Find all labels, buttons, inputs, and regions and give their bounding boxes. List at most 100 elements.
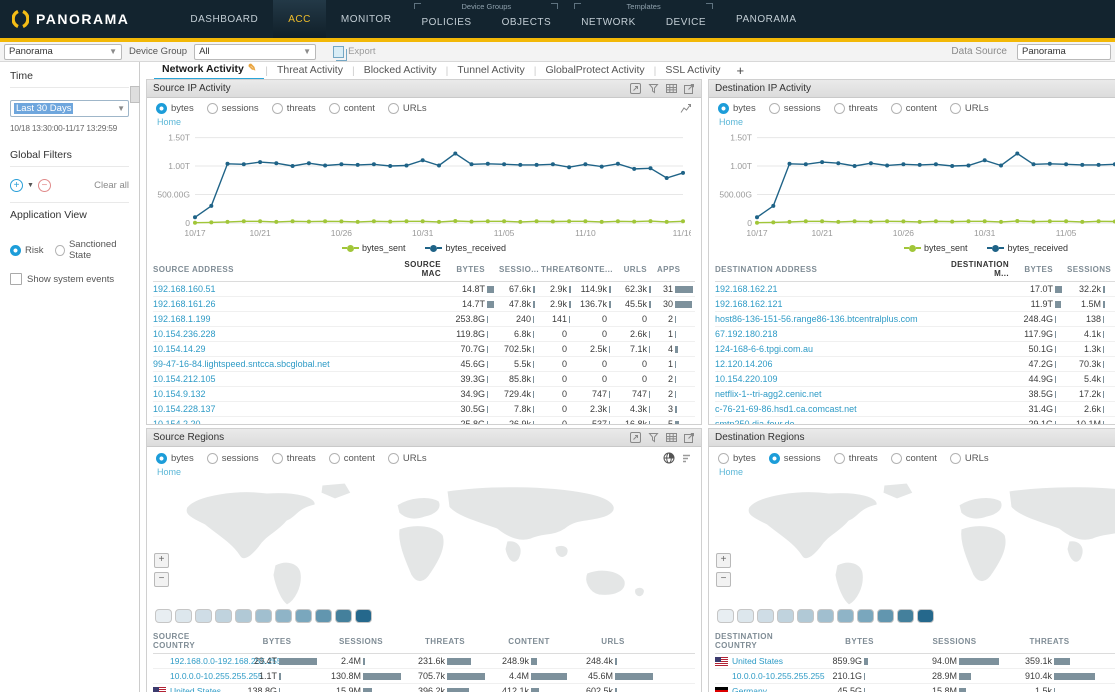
metric-radio-content[interactable]: content: [329, 103, 375, 114]
breadcrumb-home-link[interactable]: Home: [147, 465, 191, 477]
metric-radio-urls[interactable]: URLs: [950, 453, 989, 464]
address-link[interactable]: smtp250.dia-four.de: [715, 419, 951, 425]
metric-radio-urls[interactable]: URLs: [950, 103, 989, 114]
heatmap-swatch: [877, 609, 894, 623]
breadcrumb-home-link[interactable]: Home: [147, 115, 191, 127]
metric-radio-content[interactable]: content: [891, 453, 937, 464]
metric-value: 138: [1067, 314, 1101, 324]
address-link[interactable]: 192.168.1.199: [153, 314, 383, 324]
jump-to-logs-icon[interactable]: [684, 83, 695, 94]
legend-list-icon[interactable]: [681, 452, 692, 464]
table-view-icon[interactable]: [666, 83, 677, 94]
address-link[interactable]: c-76-21-69-86.hsd1.ca.comcast.net: [715, 404, 951, 414]
world-map[interactable]: [147, 477, 691, 605]
risk-radio[interactable]: Risk: [10, 245, 43, 256]
metric-radio-bytes[interactable]: bytes: [156, 453, 194, 464]
edit-pencil-icon[interactable]: ✎: [248, 63, 256, 74]
address-link[interactable]: 124-168-6-6.tpgi.com.au: [715, 344, 951, 354]
world-map[interactable]: [709, 477, 1115, 605]
address-link[interactable]: 10.154.228.137: [153, 404, 383, 414]
tab-threat-activity[interactable]: Threat Activity: [269, 62, 351, 80]
metric-radio-bytes[interactable]: bytes: [718, 453, 756, 464]
clear-all-link[interactable]: Clear all: [94, 180, 129, 191]
address-link[interactable]: 192.168.161.26: [153, 299, 383, 309]
export-button[interactable]: Export: [333, 46, 375, 58]
zoom-out-button[interactable]: −: [154, 572, 169, 587]
zoom-out-button[interactable]: −: [716, 572, 731, 587]
nav-item-panorama[interactable]: PANORAMA: [721, 0, 812, 38]
address-link[interactable]: host86-136-151-56.range86-136.btcentralp…: [715, 314, 951, 324]
metric-radio-threats[interactable]: threats: [272, 453, 316, 464]
metric-bar-box: [485, 314, 499, 324]
radio-selected-icon: [156, 453, 167, 464]
time-range-select[interactable]: Last 30 Days ▼: [10, 100, 129, 117]
metric-radio-bytes[interactable]: bytes: [718, 103, 756, 114]
maximize-icon[interactable]: [630, 83, 641, 94]
metric-radio-threats[interactable]: threats: [834, 453, 878, 464]
country-link[interactable]: United States: [170, 686, 221, 692]
add-filter-caret-icon[interactable]: ▼: [27, 182, 34, 189]
tab-globalprotect-activity[interactable]: GlobalProtect Activity: [537, 62, 652, 80]
activity-line-chart: 1.50T1.00T500.00G010/1710/2110/2610/3111…: [713, 127, 1115, 239]
remove-filter-button[interactable]: −: [38, 179, 51, 192]
nav-item-monitor[interactable]: MONITOR: [326, 0, 407, 38]
nav-item-dashboard[interactable]: DASHBOARD: [175, 0, 273, 38]
address-link[interactable]: 67.192.180.218: [715, 329, 951, 339]
device-group-select[interactable]: All ▼: [194, 44, 316, 60]
chart-settings-icon[interactable]: [680, 103, 692, 114]
address-link[interactable]: 10.154.2.20: [153, 419, 383, 425]
tab-ssl-activity[interactable]: SSL Activity: [657, 62, 728, 80]
metric-cell: 26.9k: [499, 419, 541, 425]
globe-icon[interactable]: [663, 452, 675, 464]
add-tab-button[interactable]: +: [728, 63, 752, 78]
tab-tunnel-activity[interactable]: Tunnel Activity: [449, 62, 532, 80]
breadcrumb-home-link[interactable]: Home: [709, 465, 753, 477]
metric-radio-threats[interactable]: threats: [272, 103, 316, 114]
filter-icon[interactable]: [648, 83, 659, 94]
address-link[interactable]: 12.120.14.206: [715, 359, 951, 369]
show-system-events-checkbox[interactable]: [10, 273, 22, 285]
jump-to-logs-icon[interactable]: [684, 432, 695, 443]
address-link[interactable]: 192.168.160.51: [153, 284, 383, 294]
address-link[interactable]: netflix-1--tri-agg2.cenic.net: [715, 389, 951, 399]
metric-radio-sessions[interactable]: sessions: [769, 103, 821, 114]
context-select[interactable]: Panorama ▼: [4, 44, 122, 60]
country-link[interactable]: United States: [732, 656, 783, 666]
address-link[interactable]: 99-47-16-84.lightspeed.sntcca.sbcglobal.…: [153, 359, 383, 369]
zoom-in-button[interactable]: +: [716, 553, 731, 568]
metric-radio-sessions[interactable]: sessions: [769, 453, 821, 464]
metric-value: 70.7G: [445, 344, 485, 354]
add-filter-button[interactable]: +: [10, 179, 23, 192]
data-source-select[interactable]: Panorama: [1017, 44, 1111, 60]
address-link[interactable]: 192.168.162.21: [715, 284, 951, 294]
breadcrumb-home-link[interactable]: Home: [709, 115, 753, 127]
address-link[interactable]: 10.154.236.228: [153, 329, 383, 339]
metric-radio-sessions[interactable]: sessions: [207, 103, 259, 114]
metric-radio-urls[interactable]: URLs: [388, 103, 427, 114]
address-link[interactable]: 10.154.9.132: [153, 389, 383, 399]
nav-item-acc[interactable]: ACC: [273, 0, 326, 38]
address-link[interactable]: 10.154.220.109: [715, 374, 951, 384]
tab-blocked-activity[interactable]: Blocked Activity: [356, 62, 445, 80]
sidebar-collapse-handle[interactable]: [130, 86, 140, 103]
metric-value: 7.8k: [499, 404, 531, 414]
col-header-address: DESTINATION ADDRESS: [715, 265, 951, 274]
country-link[interactable]: 10.0.0.0-10.255.255.255: [732, 671, 825, 681]
country-link[interactable]: Germany: [732, 686, 767, 692]
sanctioned-state-radio[interactable]: Sanctioned State: [55, 239, 129, 261]
metric-radio-bytes[interactable]: bytes: [156, 103, 194, 114]
address-link[interactable]: 10.154.212.105: [153, 374, 383, 384]
table-view-icon[interactable]: [666, 432, 677, 443]
address-link[interactable]: 10.154.14.29: [153, 344, 383, 354]
metric-radio-threats[interactable]: threats: [834, 103, 878, 114]
metric-radio-content[interactable]: content: [329, 453, 375, 464]
address-link[interactable]: 192.168.162.121: [715, 299, 951, 309]
maximize-icon[interactable]: [630, 432, 641, 443]
metric-radio-sessions[interactable]: sessions: [207, 453, 259, 464]
metric-radio-urls[interactable]: URLs: [388, 453, 427, 464]
table-row: 10.0.0.0-10.255.255.2551.1T130.8M705.7k4…: [153, 669, 695, 684]
filter-icon[interactable]: [648, 432, 659, 443]
zoom-in-button[interactable]: +: [154, 553, 169, 568]
metric-bar-box: [277, 671, 317, 681]
metric-radio-content[interactable]: content: [891, 103, 937, 114]
